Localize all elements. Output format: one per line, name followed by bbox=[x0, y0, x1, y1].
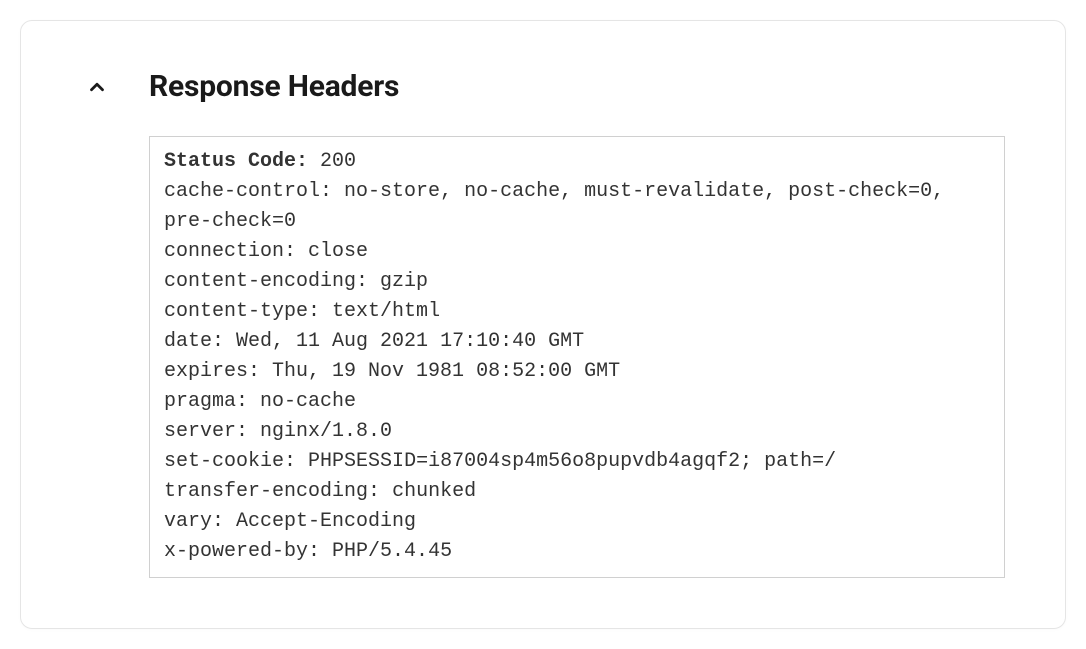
header-line: content-encoding: gzip bbox=[164, 267, 990, 297]
header-separator: : bbox=[308, 300, 332, 323]
header-value: close bbox=[308, 240, 368, 263]
header-name: x-powered-by bbox=[164, 540, 308, 563]
panel-title: Response Headers bbox=[149, 69, 399, 104]
header-value: Thu, 19 Nov 1981 08:52:00 GMT bbox=[272, 360, 620, 383]
response-headers-panel: Response Headers Status Code: 200 cache-… bbox=[20, 20, 1066, 629]
header-value: PHPSESSID=i87004sp4m56o8pupvdb4agqf2; pa… bbox=[308, 450, 836, 473]
header-name: date bbox=[164, 330, 212, 353]
panel-header-row[interactable]: Response Headers bbox=[81, 69, 1005, 104]
header-separator: : bbox=[236, 420, 260, 443]
header-value: chunked bbox=[392, 480, 476, 503]
header-name: transfer-encoding bbox=[164, 480, 368, 503]
header-separator: : bbox=[284, 240, 308, 263]
status-code-label: Status Code bbox=[164, 150, 296, 173]
chevron-up-icon[interactable] bbox=[81, 71, 113, 103]
header-separator: : bbox=[284, 450, 308, 473]
header-line: date: Wed, 11 Aug 2021 17:10:40 GMT bbox=[164, 327, 990, 357]
header-separator: : bbox=[212, 510, 236, 533]
header-separator: : bbox=[368, 480, 392, 503]
status-code-line: Status Code: 200 bbox=[164, 147, 990, 177]
header-name: vary bbox=[164, 510, 212, 533]
response-headers-box: Status Code: 200 cache-control: no-store… bbox=[149, 136, 1005, 578]
header-name: connection bbox=[164, 240, 284, 263]
header-value: text/html bbox=[332, 300, 440, 323]
header-line: set-cookie: PHPSESSID=i87004sp4m56o8pupv… bbox=[164, 447, 990, 477]
header-separator: : bbox=[320, 180, 344, 203]
header-line: transfer-encoding: chunked bbox=[164, 477, 990, 507]
header-separator: : bbox=[308, 540, 332, 563]
header-value: no-cache bbox=[260, 390, 356, 413]
header-name: content-encoding bbox=[164, 270, 356, 293]
header-name: server bbox=[164, 420, 236, 443]
header-name: pragma bbox=[164, 390, 236, 413]
header-value: PHP/5.4.45 bbox=[332, 540, 452, 563]
header-separator: : bbox=[248, 360, 272, 383]
header-line: expires: Thu, 19 Nov 1981 08:52:00 GMT bbox=[164, 357, 990, 387]
header-value: Accept-Encoding bbox=[236, 510, 416, 533]
header-line: pragma: no-cache bbox=[164, 387, 990, 417]
header-line: cache-control: no-store, no-cache, must-… bbox=[164, 177, 990, 237]
header-separator: : bbox=[212, 330, 236, 353]
header-value: gzip bbox=[380, 270, 428, 293]
header-name: cache-control bbox=[164, 180, 320, 203]
header-value: nginx/1.8.0 bbox=[260, 420, 392, 443]
header-name: content-type bbox=[164, 300, 308, 323]
header-separator: : bbox=[356, 270, 380, 293]
header-line: x-powered-by: PHP/5.4.45 bbox=[164, 537, 990, 567]
header-line: server: nginx/1.8.0 bbox=[164, 417, 990, 447]
status-code-value: 200 bbox=[320, 150, 356, 173]
header-name: expires bbox=[164, 360, 248, 383]
header-line: connection: close bbox=[164, 237, 990, 267]
header-line: content-type: text/html bbox=[164, 297, 990, 327]
header-line: vary: Accept-Encoding bbox=[164, 507, 990, 537]
header-name: set-cookie bbox=[164, 450, 284, 473]
header-value: Wed, 11 Aug 2021 17:10:40 GMT bbox=[236, 330, 584, 353]
header-separator: : bbox=[236, 390, 260, 413]
